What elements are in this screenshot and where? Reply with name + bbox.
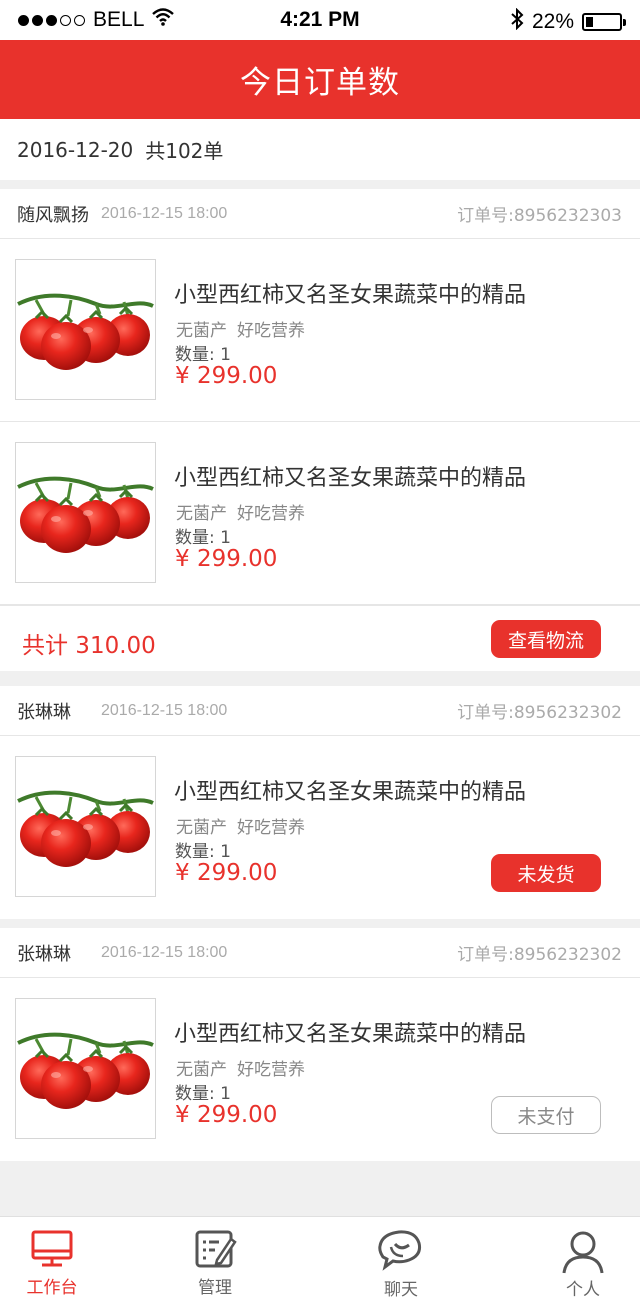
- order-item[interactable]: 小型西红柿又名圣女果蔬菜中的精品 无菌产 好吃营养 数量: 1 ¥ 299.00 …: [0, 736, 640, 919]
- product-tag: 好吃营养: [237, 504, 305, 524]
- order-number: 订单号:8956232303: [457, 206, 622, 226]
- product-tags: 无菌产 好吃营养: [176, 316, 305, 341]
- product-tag: 无菌产: [176, 1060, 227, 1080]
- product-title: 小型西红柿又名圣女果蔬菜中的精品: [174, 466, 527, 491]
- order-time: 2016-12-15 18:00: [101, 943, 228, 961]
- product-tag: 好吃营养: [237, 818, 305, 838]
- product-image: [15, 259, 156, 400]
- order-card[interactable]: 随风飘扬 2016-12-15 18:00 订单号:8956232303 小型西…: [0, 189, 640, 671]
- edit-list-icon: [195, 1230, 237, 1268]
- status-bar: BELL 4:21 PM 22%: [0, 0, 640, 40]
- status-right: 22%: [510, 7, 626, 36]
- tab-label: 工作台: [26, 1278, 78, 1298]
- product-price: ¥ 299.00: [175, 860, 278, 886]
- order-header: 随风飘扬 2016-12-15 18:00 订单号:8956232303: [0, 189, 640, 239]
- tab-label: 管理: [198, 1278, 232, 1298]
- battery-level: [586, 17, 594, 27]
- product-title: 小型西红柿又名圣女果蔬菜中的精品: [174, 1022, 527, 1047]
- order-number: 订单号:8956232302: [457, 945, 622, 965]
- tab-label: 聊天: [384, 1280, 418, 1300]
- tab-bar: 工作台 管理 聊天 个人: [0, 1216, 640, 1307]
- product-tag: 无菌产: [176, 504, 227, 524]
- battery-percent: 22%: [531, 10, 574, 33]
- tab-label: 个人: [566, 1280, 600, 1300]
- product-tag: 好吃营养: [237, 1060, 305, 1080]
- order-item[interactable]: 小型西红柿又名圣女果蔬菜中的精品 无菌产 好吃营养 数量: 1 ¥ 299.00: [0, 422, 640, 605]
- product-image: [15, 442, 156, 583]
- buyer-name: 张琳琳: [17, 943, 71, 965]
- product-tag: 好吃营养: [237, 321, 305, 341]
- order-time: 2016-12-15 18:00: [101, 204, 228, 222]
- product-tags: 无菌产 好吃营养: [176, 813, 305, 838]
- product-quantity: 数量: 1: [175, 842, 231, 862]
- order-header: 张琳琳 2016-12-15 18:00 订单号:8956232302: [0, 686, 640, 736]
- order-header: 张琳琳 2016-12-15 18:00 订单号:8956232302: [0, 928, 640, 978]
- order-card[interactable]: 张琳琳 2016-12-15 18:00 订单号:8956232302 小型西红…: [0, 686, 640, 919]
- chat-bubble-icon: [378, 1230, 421, 1271]
- battery-icon: [582, 13, 626, 31]
- page-title: 今日订单数: [240, 65, 400, 101]
- tab-chat[interactable]: 聊天: [341, 1217, 461, 1307]
- order-card[interactable]: 张琳琳 2016-12-15 18:00 订单号:8956232302 小型西红…: [0, 928, 640, 1161]
- product-quantity: 数量: 1: [175, 1084, 231, 1104]
- product-price: ¥ 299.00: [175, 546, 278, 572]
- order-summary: 2016-12-20 共102单: [0, 119, 640, 180]
- monitor-icon: [31, 1230, 73, 1267]
- summary-count: 共102单: [145, 139, 224, 163]
- tab-manage[interactable]: 管理: [155, 1217, 275, 1307]
- order-number: 订单号:8956232302: [457, 703, 622, 723]
- view-logistics-button[interactable]: 查看物流: [491, 620, 601, 658]
- product-image: [15, 756, 156, 897]
- product-tag: 无菌产: [176, 321, 227, 341]
- product-title: 小型西红柿又名圣女果蔬菜中的精品: [174, 780, 527, 805]
- product-price: ¥ 299.00: [175, 1102, 278, 1128]
- unpaid-status-button[interactable]: 未支付: [491, 1096, 601, 1134]
- order-footer: 共计 310.00 查看物流: [0, 605, 640, 671]
- product-tag: 无菌产: [176, 818, 227, 838]
- product-title: 小型西红柿又名圣女果蔬菜中的精品: [174, 283, 527, 308]
- bluetooth-icon: [510, 7, 524, 36]
- nav-header: 今日订单数: [0, 40, 640, 119]
- order-total: 共计 310.00: [22, 633, 156, 659]
- product-image: [15, 998, 156, 1139]
- product-tags: 无菌产 好吃营养: [176, 1055, 305, 1080]
- tab-workbench[interactable]: 工作台: [0, 1217, 112, 1307]
- buyer-name: 随风飘扬: [17, 204, 89, 226]
- buyer-name: 张琳琳: [17, 701, 71, 723]
- product-tags: 无菌产 好吃营养: [176, 499, 305, 524]
- product-price: ¥ 299.00: [175, 363, 278, 389]
- order-item[interactable]: 小型西红柿又名圣女果蔬菜中的精品 无菌产 好吃营养 数量: 1 ¥ 299.00: [0, 239, 640, 422]
- order-time: 2016-12-15 18:00: [101, 701, 228, 719]
- person-icon: [562, 1231, 604, 1274]
- order-item[interactable]: 小型西红柿又名圣女果蔬菜中的精品 无菌产 好吃营养 数量: 1 ¥ 299.00 …: [0, 978, 640, 1161]
- unshipped-status-button[interactable]: 未发货: [491, 854, 601, 892]
- summary-date: 2016-12-20: [17, 137, 134, 162]
- product-quantity: 数量: 1: [175, 528, 231, 548]
- tab-profile[interactable]: 个人: [523, 1217, 640, 1307]
- product-quantity: 数量: 1: [175, 345, 231, 365]
